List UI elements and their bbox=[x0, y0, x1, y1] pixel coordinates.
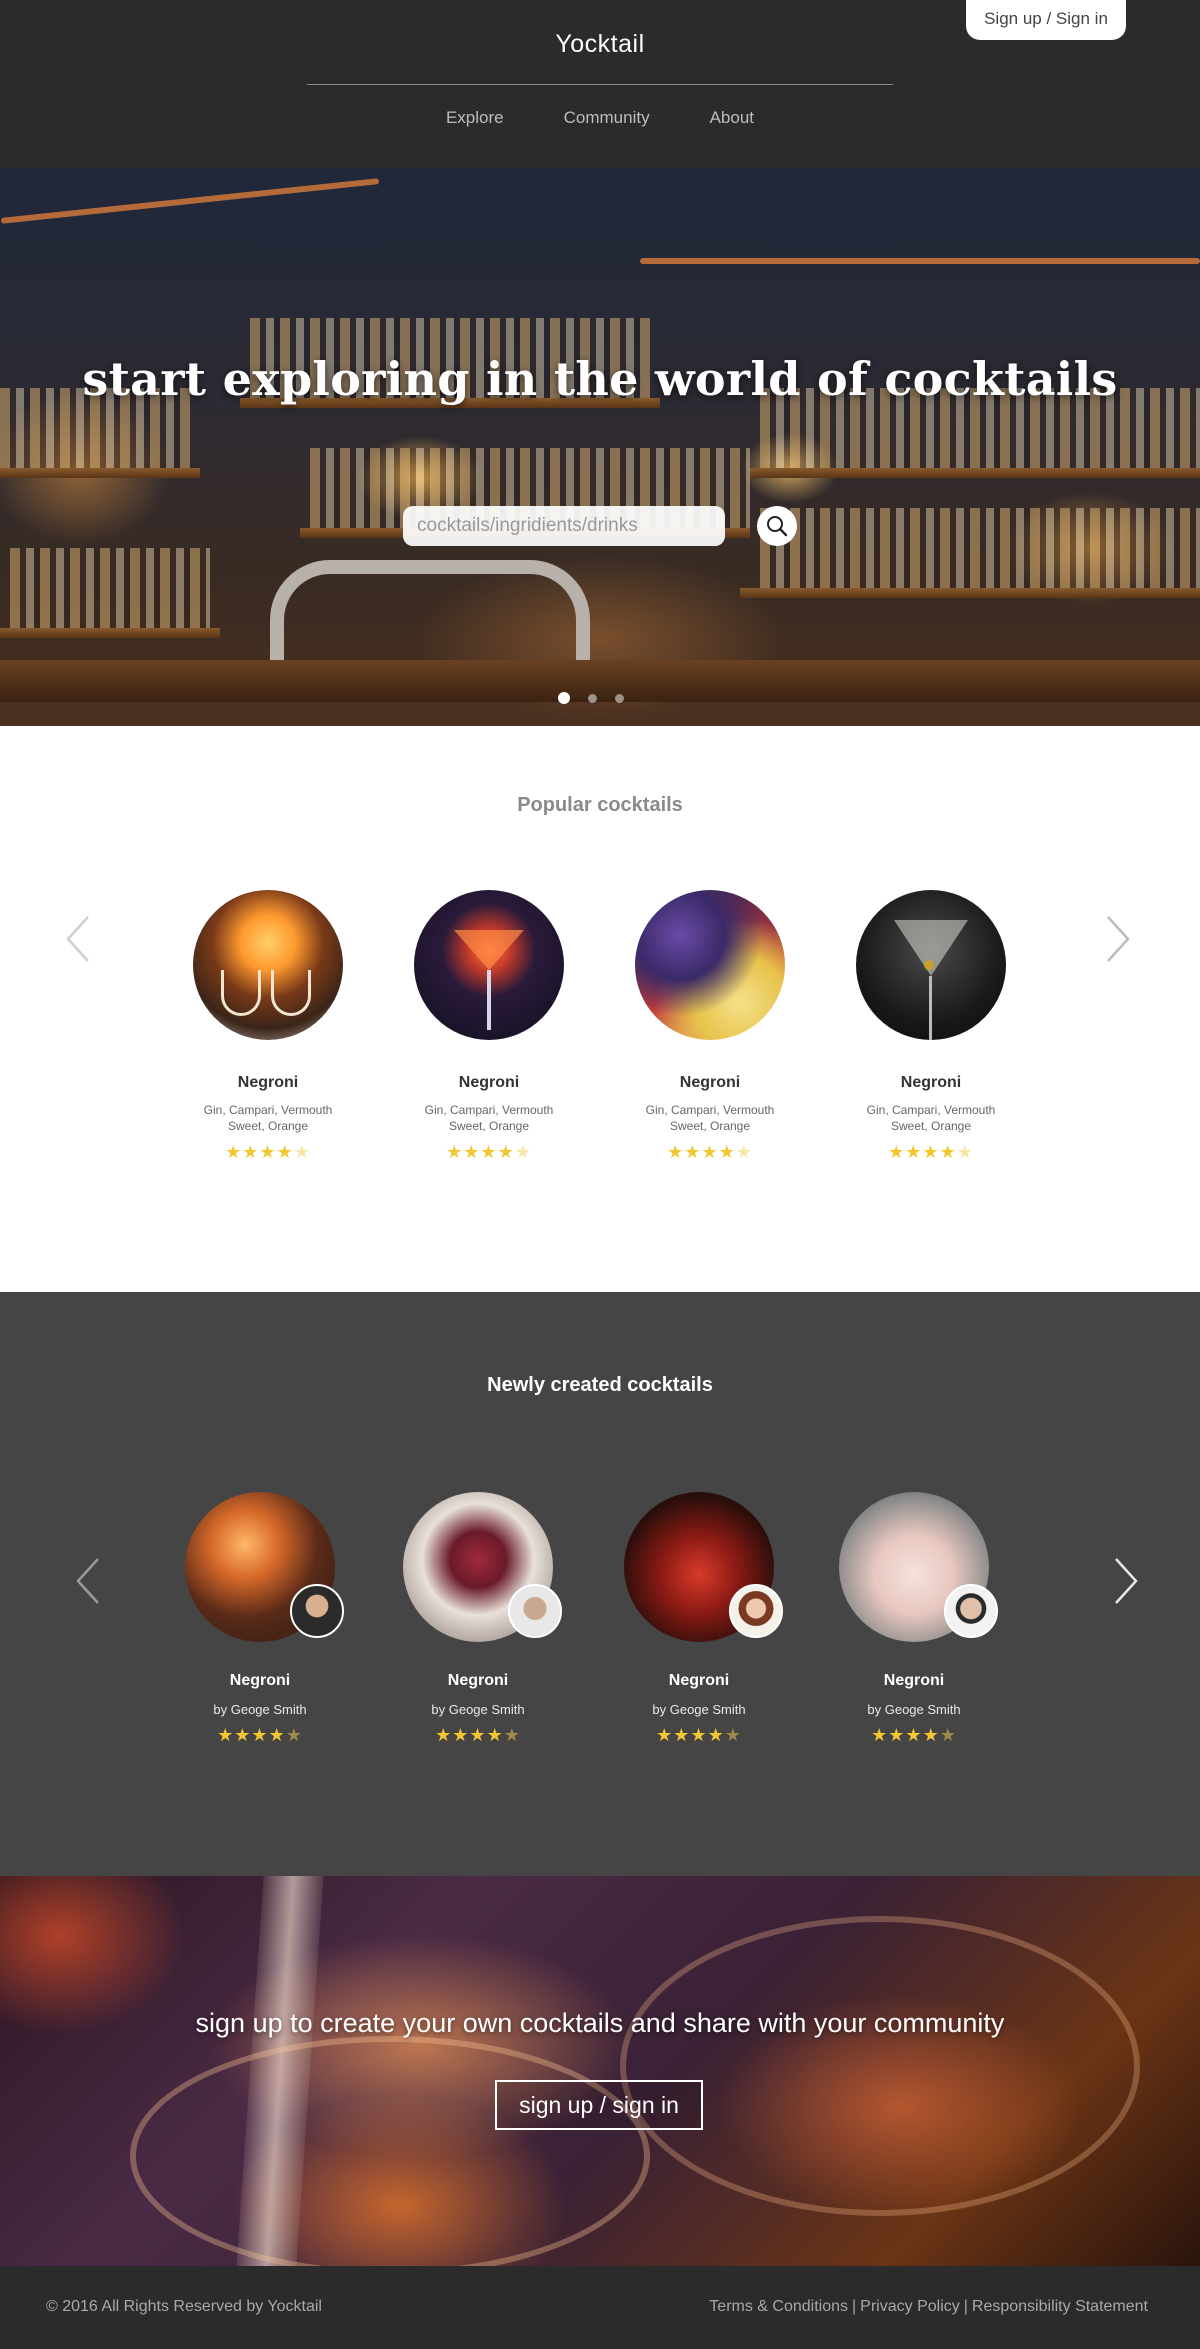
hero-banner: start exploring in the world of cocktail… bbox=[0, 168, 1200, 726]
cocktail-image bbox=[856, 890, 1006, 1040]
new-cocktail-card[interactable]: Negroni by Geoge Smith ★★★★★ bbox=[388, 1492, 568, 1746]
shelf bbox=[0, 468, 200, 478]
signup-cta-banner: sign up to create your own cocktails and… bbox=[0, 1876, 1200, 2266]
glass-rim bbox=[130, 2036, 650, 2266]
cocktail-ingredients: Gin, Campari, Vermouth Sweet, Orange bbox=[645, 1103, 775, 1133]
chevron-right-icon bbox=[1115, 1558, 1138, 1604]
privacy-link[interactable]: Privacy Policy bbox=[860, 2298, 960, 2316]
cocktail-image bbox=[635, 890, 785, 1040]
rating-stars: ★★★★★ bbox=[871, 1725, 957, 1745]
author-avatar[interactable] bbox=[944, 1584, 998, 1638]
cocktail-image bbox=[193, 890, 343, 1040]
popular-card[interactable]: Negroni Gin, Campari, Vermouth Sweet, Or… bbox=[399, 890, 579, 1163]
newly-next-button[interactable] bbox=[1114, 1550, 1138, 1620]
search-button[interactable] bbox=[757, 506, 797, 546]
cocktail-name: Negroni bbox=[883, 1672, 945, 1689]
chevron-left-icon bbox=[76, 1558, 99, 1604]
shelf bbox=[0, 628, 220, 638]
bottle-row bbox=[760, 508, 1200, 588]
new-cocktail-card[interactable]: Negroni by Geoge Smith ★★★★★ bbox=[824, 1492, 1004, 1746]
copyright-text: © 2016 All Rights Reserved by Yocktail bbox=[46, 2298, 322, 2315]
rating-stars: ★★★★★ bbox=[446, 1142, 532, 1162]
copper-pipe bbox=[640, 258, 1200, 264]
author-avatar[interactable] bbox=[508, 1584, 562, 1638]
newly-title: Newly created cocktails bbox=[487, 1374, 713, 1396]
shelf bbox=[740, 588, 1200, 598]
newly-prev-button[interactable] bbox=[76, 1550, 100, 1620]
hero-title: start exploring in the world of cocktail… bbox=[82, 352, 1118, 406]
author-avatar[interactable] bbox=[729, 1584, 783, 1638]
shelf bbox=[750, 468, 1200, 478]
cocktail-image bbox=[414, 890, 564, 1040]
carousel-dots bbox=[558, 692, 624, 704]
nav-explore[interactable]: Explore bbox=[446, 108, 504, 128]
site-footer: © 2016 All Rights Reserved by Yocktail T… bbox=[0, 2266, 1200, 2349]
nav-about[interactable]: About bbox=[710, 108, 754, 128]
cocktail-author[interactable]: by Geoge Smith bbox=[388, 1702, 568, 1717]
cocktail-author[interactable]: by Geoge Smith bbox=[609, 1702, 789, 1717]
cocktail-name: Negroni bbox=[458, 1074, 520, 1091]
footer-links: Terms & Conditions | Privacy Policy | Re… bbox=[709, 2298, 1148, 2316]
popular-next-button[interactable] bbox=[1106, 908, 1130, 978]
carousel-dot-1[interactable] bbox=[558, 692, 570, 704]
cocktail-ingredients: Gin, Campari, Vermouth Sweet, Orange bbox=[424, 1103, 554, 1133]
link-separator: | bbox=[852, 2298, 857, 2315]
search-input[interactable] bbox=[403, 506, 725, 546]
search-icon bbox=[767, 516, 788, 537]
rating-stars: ★★★★★ bbox=[667, 1142, 753, 1162]
cocktail-name: Negroni bbox=[679, 1074, 741, 1091]
popular-card[interactable]: Negroni Gin, Campari, Vermouth Sweet, Or… bbox=[178, 890, 358, 1163]
cocktail-name: Negroni bbox=[668, 1672, 730, 1689]
popular-card[interactable]: Negroni Gin, Campari, Vermouth Sweet, Or… bbox=[620, 890, 800, 1163]
cocktail-name: Negroni bbox=[229, 1672, 291, 1689]
cocktail-author[interactable]: by Geoge Smith bbox=[824, 1702, 1004, 1717]
cta-text: sign up to create your own cocktails and… bbox=[195, 2008, 1005, 2038]
newly-created-section: Newly created cocktails Negroni by Geoge… bbox=[0, 1292, 1200, 1876]
chevron-right-icon bbox=[1107, 916, 1130, 962]
cocktail-name: Negroni bbox=[447, 1672, 509, 1689]
rating-stars: ★★★★★ bbox=[435, 1725, 521, 1745]
bottle-row bbox=[10, 548, 210, 628]
glass-rim bbox=[620, 1916, 1140, 2216]
terms-link[interactable]: Terms & Conditions bbox=[709, 2298, 848, 2316]
cocktail-author[interactable]: by Geoge Smith bbox=[170, 1702, 350, 1717]
sign-in-button[interactable]: Sign up / Sign in bbox=[966, 0, 1126, 40]
rating-stars: ★★★★★ bbox=[217, 1725, 303, 1745]
rating-stars: ★★★★★ bbox=[225, 1142, 311, 1162]
cocktail-name: Negroni bbox=[900, 1074, 962, 1091]
header-divider bbox=[307, 84, 893, 85]
cta-signup-button[interactable]: sign up / sign in bbox=[495, 2080, 703, 2130]
nav-community[interactable]: Community bbox=[564, 108, 650, 128]
carousel-dot-3[interactable] bbox=[615, 693, 624, 703]
beer-tap bbox=[270, 560, 590, 670]
popular-prev-button[interactable] bbox=[66, 908, 90, 978]
new-cocktail-card[interactable]: Negroni by Geoge Smith ★★★★★ bbox=[609, 1492, 789, 1746]
cocktail-ingredients: Gin, Campari, Vermouth Sweet, Orange bbox=[203, 1103, 333, 1133]
popular-title: Popular cocktails bbox=[517, 794, 683, 816]
new-cocktail-card[interactable]: Negroni by Geoge Smith ★★★★★ bbox=[170, 1492, 350, 1746]
link-separator: | bbox=[963, 2298, 968, 2315]
cocktail-ingredients: Gin, Campari, Vermouth Sweet, Orange bbox=[866, 1103, 996, 1133]
popular-card[interactable]: Negroni Gin, Campari, Vermouth Sweet, Or… bbox=[841, 890, 1021, 1163]
site-header: Yocktail Explore Community About Sign up… bbox=[0, 0, 1200, 168]
rating-stars: ★★★★★ bbox=[656, 1725, 742, 1745]
rating-stars: ★★★★★ bbox=[888, 1142, 974, 1162]
author-avatar[interactable] bbox=[290, 1584, 344, 1638]
cocktail-name: Negroni bbox=[237, 1074, 299, 1091]
copper-pipe bbox=[0, 178, 380, 224]
responsibility-link[interactable]: Responsibility Statement bbox=[972, 2298, 1148, 2316]
popular-section: Popular cocktails Negroni Gin, Campari, … bbox=[0, 726, 1200, 1292]
main-nav: Explore Community About bbox=[0, 108, 1200, 128]
carousel-dot-2[interactable] bbox=[588, 693, 597, 703]
chevron-left-icon bbox=[66, 916, 89, 962]
